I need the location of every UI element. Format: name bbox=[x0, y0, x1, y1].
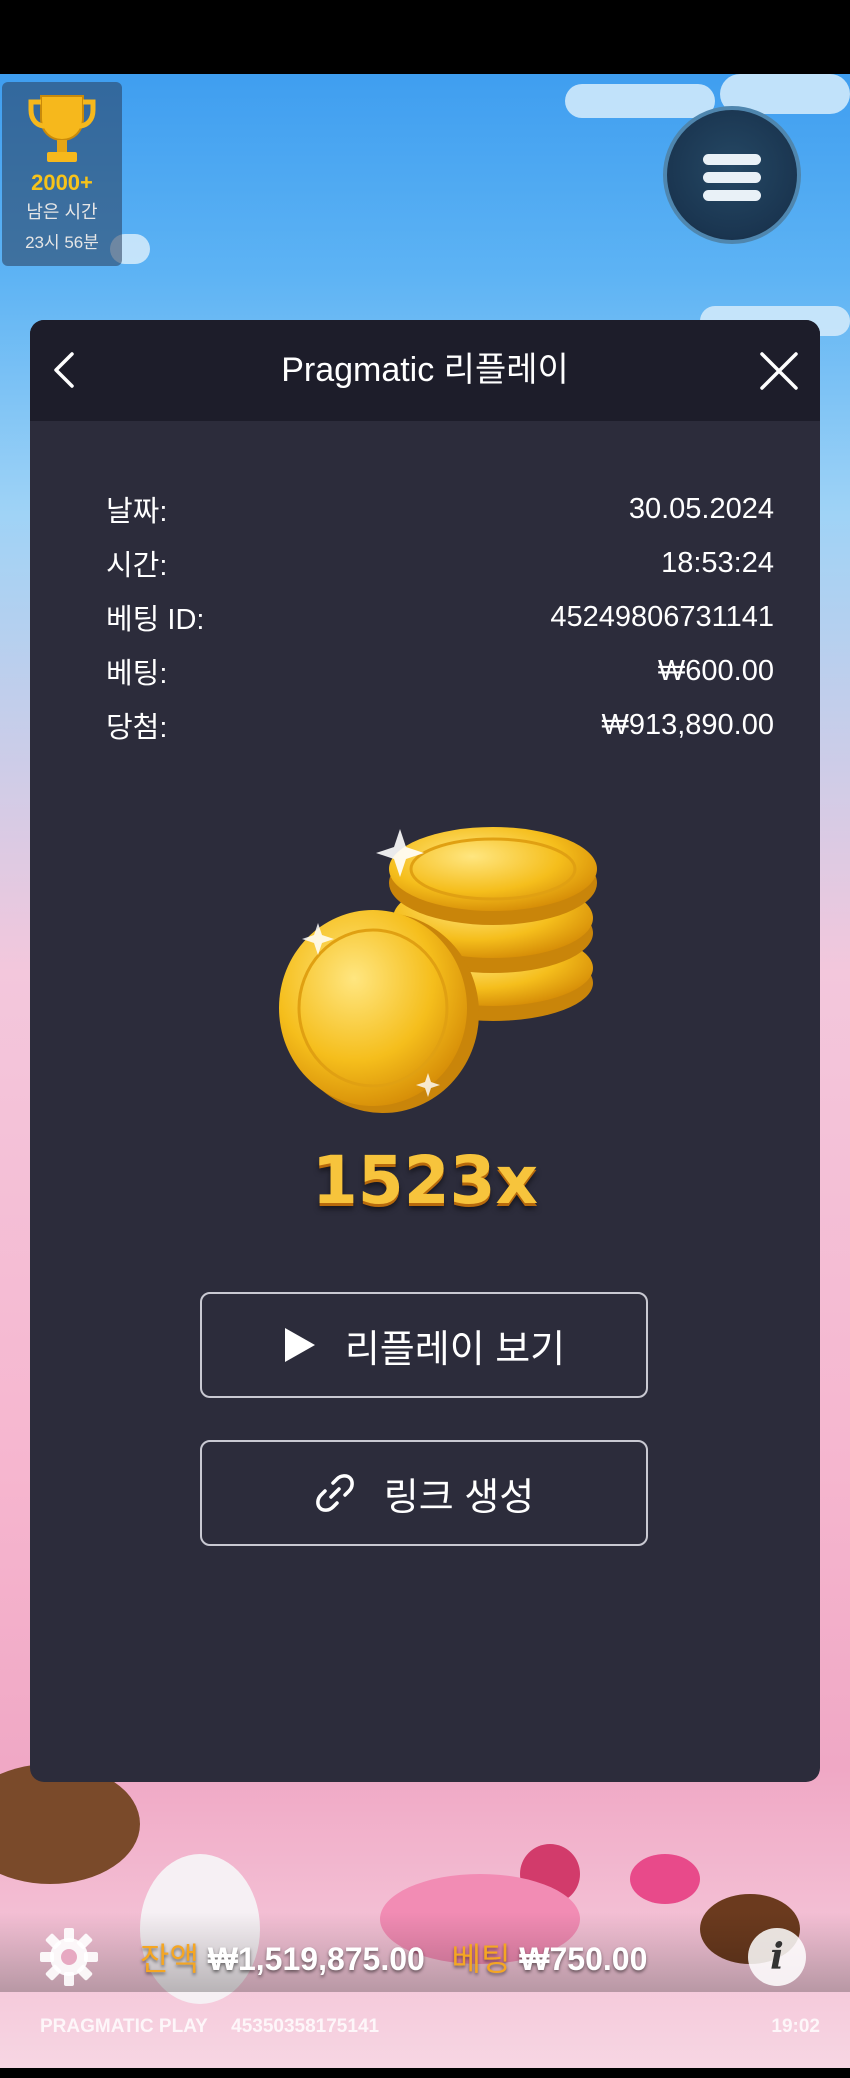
chocolate-decoration bbox=[0, 1764, 140, 1884]
detail-value: ₩913,890.00 bbox=[601, 708, 774, 741]
session-id: 45350358175141 bbox=[231, 2016, 380, 2037]
balance-value: ₩1,519,875.00 bbox=[207, 1941, 425, 1977]
detail-label: 베팅: bbox=[106, 658, 168, 690]
detail-label: 당첨: bbox=[106, 712, 168, 744]
gear-icon[interactable] bbox=[38, 1926, 100, 1988]
replay-details: 날짜: 30.05.2024 시간: 18:53:24 베팅 ID: 45249… bbox=[106, 482, 774, 752]
cloud bbox=[565, 84, 715, 118]
candy-decoration bbox=[630, 1854, 700, 1904]
create-link-label: 링크 생성 bbox=[383, 1476, 535, 1519]
detail-value: ₩600.00 bbox=[657, 654, 774, 687]
detail-label: 시간: bbox=[106, 550, 168, 582]
time-remaining-label: 남은 시간 bbox=[26, 202, 98, 222]
detail-value: 18:53:24 bbox=[661, 546, 774, 579]
tournament-count: 2000+ bbox=[31, 170, 93, 195]
detail-row-bet-id: 베팅 ID: 45249806731141 bbox=[106, 590, 774, 644]
close-icon[interactable] bbox=[756, 348, 802, 394]
balance-label: 잔액 bbox=[140, 1941, 199, 1977]
panel-title: Pragmatic 리플레이 bbox=[281, 351, 569, 389]
detail-label: 날짜: bbox=[106, 496, 168, 528]
detail-row-date: 날짜: 30.05.2024 bbox=[106, 482, 774, 536]
balance-bar: 잔액 ₩1,519,875.00 베팅 ₩750.00 bbox=[140, 1934, 647, 1980]
gold-coins-icon bbox=[279, 827, 597, 1113]
create-link-button[interactable]: 링크 생성 bbox=[200, 1440, 648, 1546]
play-icon bbox=[284, 1328, 315, 1362]
detail-value: 45249806731141 bbox=[550, 600, 774, 633]
info-icon[interactable]: i bbox=[748, 1928, 806, 1986]
detail-label: 베팅 ID: bbox=[106, 604, 205, 636]
trophy-icon bbox=[28, 95, 96, 162]
replay-panel: Pragmatic 리플레이 날짜: 30.05.2024 시간: 18:53:… bbox=[30, 320, 820, 1782]
time-remaining-value: 23시 56분 bbox=[25, 233, 99, 252]
detail-row-bet: 베팅: ₩600.00 bbox=[106, 644, 774, 698]
detail-value: 30.05.2024 bbox=[628, 492, 774, 525]
detail-row-time: 시간: 18:53:24 bbox=[106, 536, 774, 590]
bet-label: 베팅 bbox=[451, 1941, 511, 1977]
menu-button[interactable] bbox=[663, 106, 801, 244]
tournament-badge[interactable]: 2000+ 남은 시간 23시 56분 bbox=[2, 82, 122, 266]
clock: 19:02 bbox=[771, 2016, 820, 2037]
win-multiplier: 1523x bbox=[311, 1142, 539, 1219]
watch-replay-label: 리플레이 보기 bbox=[344, 1328, 566, 1371]
detail-row-win: 당첨: ₩913,890.00 bbox=[106, 698, 774, 752]
bet-value[interactable]: ₩750.00 bbox=[519, 1941, 647, 1977]
brand-label: PRAGMATIC PLAY bbox=[40, 2016, 208, 2037]
link-icon bbox=[315, 1474, 354, 1512]
game-footer: PRAGMATIC PLAY 45350358175141 19:02 bbox=[40, 2016, 820, 2038]
watch-replay-button[interactable]: 리플레이 보기 bbox=[200, 1292, 648, 1398]
panel-header: Pragmatic 리플레이 bbox=[30, 320, 820, 421]
